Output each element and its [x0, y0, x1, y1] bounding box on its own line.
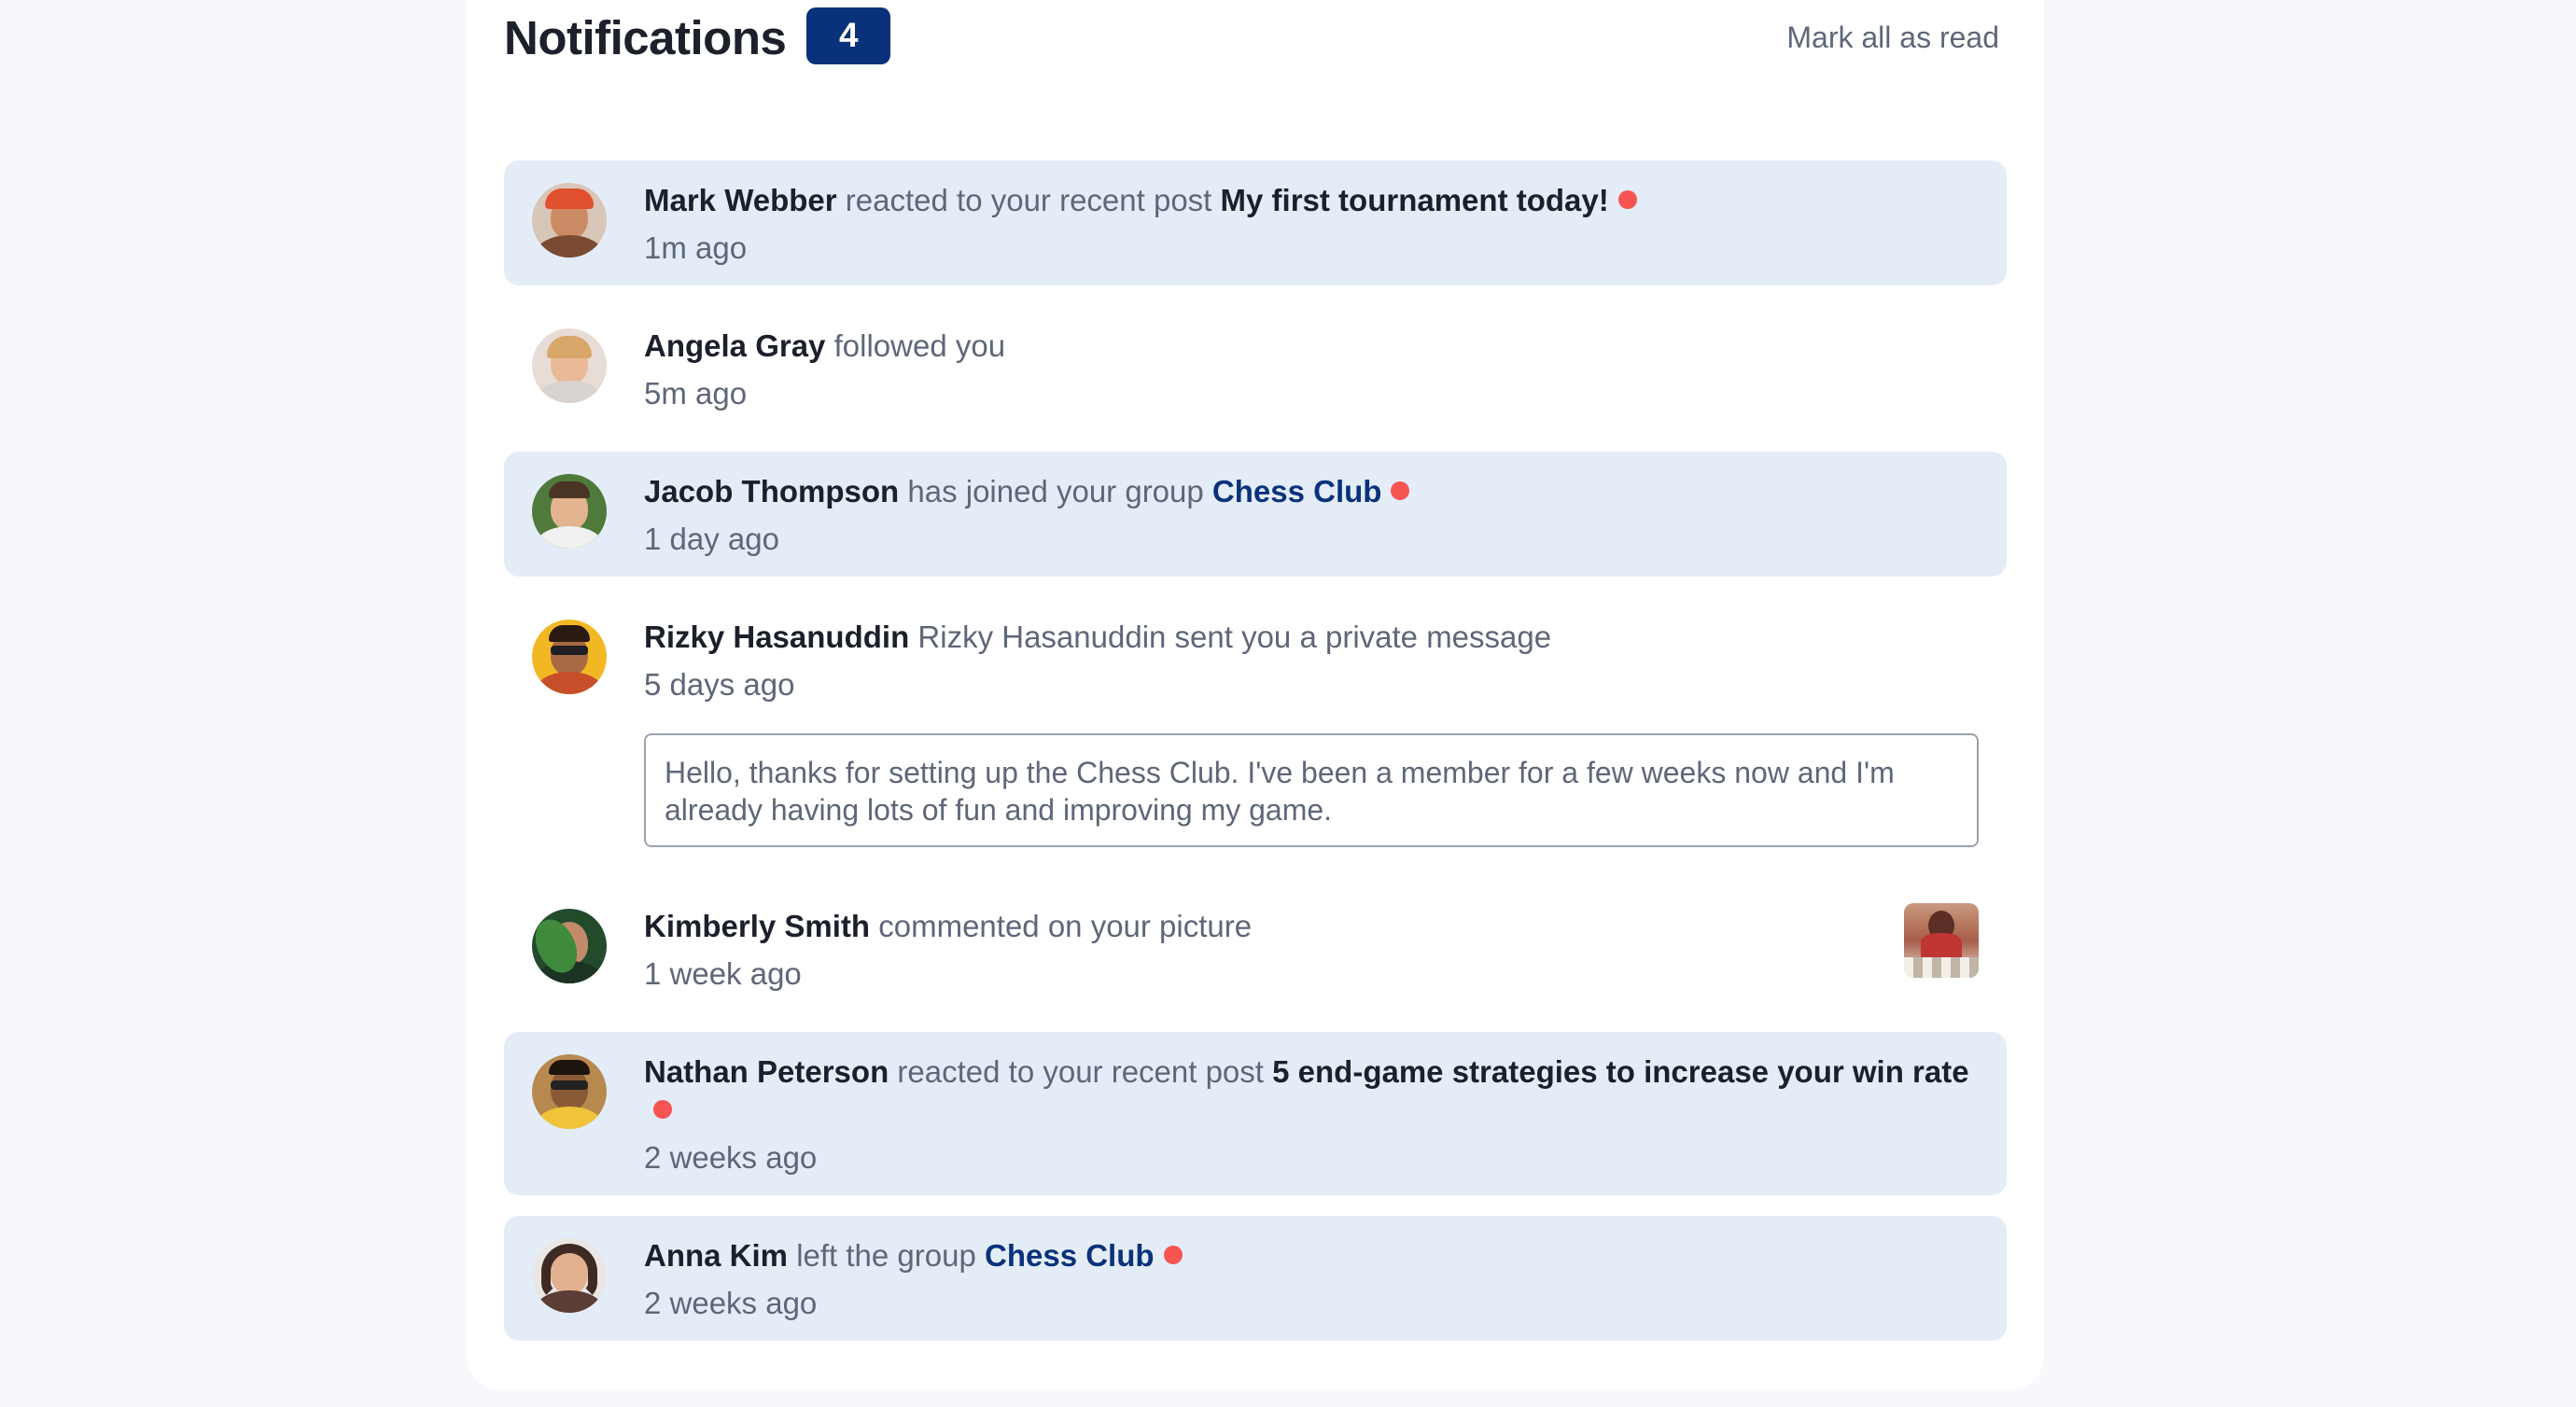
unread-dot-icon [1163, 1246, 1183, 1264]
notification-content: Rizky Hasanuddin Rizky Hasanuddin sent y… [644, 618, 1979, 847]
notification-content: Jacob Thompson has joined your group Che… [644, 472, 1979, 558]
notification-action: commented on your picture [878, 909, 1253, 943]
notification-item[interactable]: Rizky Hasanuddin Rizky Hasanuddin sent y… [504, 597, 2007, 866]
chess-picture-thumbnail[interactable] [1904, 903, 1979, 978]
notification-text: Angela Gray followed you [644, 327, 1979, 365]
notification-text: Nathan Peterson reacted to your recent p… [644, 1052, 1979, 1129]
user-name[interactable]: Anna Kim [644, 1238, 788, 1273]
group-link[interactable]: Chess Club [1212, 474, 1382, 508]
notification-action: has joined your group [907, 474, 1204, 508]
notification-text: Anna Kim left the group Chess Club [644, 1236, 1979, 1275]
header-title-group: Notifications 4 [504, 7, 891, 65]
notification-list: Mark Webber reacted to your recent post … [504, 160, 2007, 1361]
notification-item[interactable]: Angela Gray followed you 5m ago [504, 306, 2007, 431]
user-name[interactable]: Angela Gray [644, 328, 825, 363]
notification-action: Rizky Hasanuddin sent you a private mess… [917, 620, 1552, 654]
avatar-kimberly-smith[interactable] [532, 909, 607, 983]
notification-text: Kimberly Smith commented on your picture [644, 907, 1979, 945]
avatar-nathan-peterson[interactable] [532, 1054, 607, 1129]
notifications-header: Notifications 4 Mark all as read [504, 0, 1999, 75]
notification-time: 1 day ago [644, 522, 779, 556]
user-name[interactable]: Kimberly Smith [644, 909, 870, 943]
notification-text: Rizky Hasanuddin Rizky Hasanuddin sent y… [644, 618, 1979, 656]
post-title[interactable]: My first tournament today! [1221, 183, 1609, 217]
notification-item[interactable]: Anna Kim left the group Chess Club 2 wee… [504, 1216, 2007, 1341]
notification-time: 5 days ago [644, 667, 795, 702]
notification-content: Kimberly Smith commented on your picture… [644, 907, 1979, 993]
unread-dot-icon [1617, 190, 1637, 209]
avatar-rizky-hasanuddin[interactable] [532, 620, 607, 694]
notification-text: Jacob Thompson has joined your group Che… [644, 472, 1979, 510]
notification-action: left the group [796, 1238, 976, 1273]
notification-content: Anna Kim left the group Chess Club 2 wee… [644, 1236, 1979, 1322]
notification-action: followed you [833, 328, 1006, 363]
notification-item[interactable]: Nathan Peterson reacted to your recent p… [504, 1032, 2007, 1195]
notification-item[interactable]: Mark Webber reacted to your recent post … [504, 160, 2007, 286]
notification-content: Nathan Peterson reacted to your recent p… [644, 1052, 1979, 1177]
post-title[interactable]: 5 end-game strategies to increase your w… [1272, 1054, 1968, 1089]
notification-time: 5m ago [644, 376, 748, 411]
notification-time: 1 week ago [644, 956, 802, 991]
unread-dot-icon [653, 1100, 672, 1119]
notification-item[interactable]: Jacob Thompson has joined your group Che… [504, 452, 2007, 577]
page-title: Notifications [504, 10, 787, 64]
notification-action: reacted to your recent post [845, 183, 1212, 217]
notification-content: Mark Webber reacted to your recent post … [644, 181, 1979, 267]
avatar-anna-kim[interactable] [532, 1238, 607, 1313]
user-name[interactable]: Jacob Thompson [644, 474, 899, 508]
avatar-mark-webber[interactable] [532, 183, 607, 258]
mark-all-as-read-button[interactable]: Mark all as read [1786, 21, 1999, 55]
private-message-box[interactable]: Hello, thanks for setting up the Chess C… [644, 733, 1979, 847]
avatar-jacob-thompson[interactable] [532, 474, 607, 549]
notification-time: 2 weeks ago [644, 1286, 818, 1320]
notification-time: 2 weeks ago [644, 1140, 818, 1175]
user-name[interactable]: Rizky Hasanuddin [644, 620, 909, 654]
avatar-angela-gray[interactable] [532, 328, 607, 403]
notification-content: Angela Gray followed you 5m ago [644, 327, 1979, 412]
notification-time: 1m ago [644, 230, 748, 265]
user-name[interactable]: Nathan Peterson [644, 1054, 889, 1089]
unread-count-badge: 4 [806, 7, 891, 64]
unread-dot-icon [1391, 481, 1410, 500]
notification-item[interactable]: Kimberly Smith commented on your picture… [504, 886, 2007, 1011]
group-link[interactable]: Chess Club [985, 1238, 1155, 1273]
user-name[interactable]: Mark Webber [644, 183, 837, 217]
notification-action: reacted to your recent post [897, 1054, 1264, 1089]
notification-text: Mark Webber reacted to your recent post … [644, 181, 1979, 219]
